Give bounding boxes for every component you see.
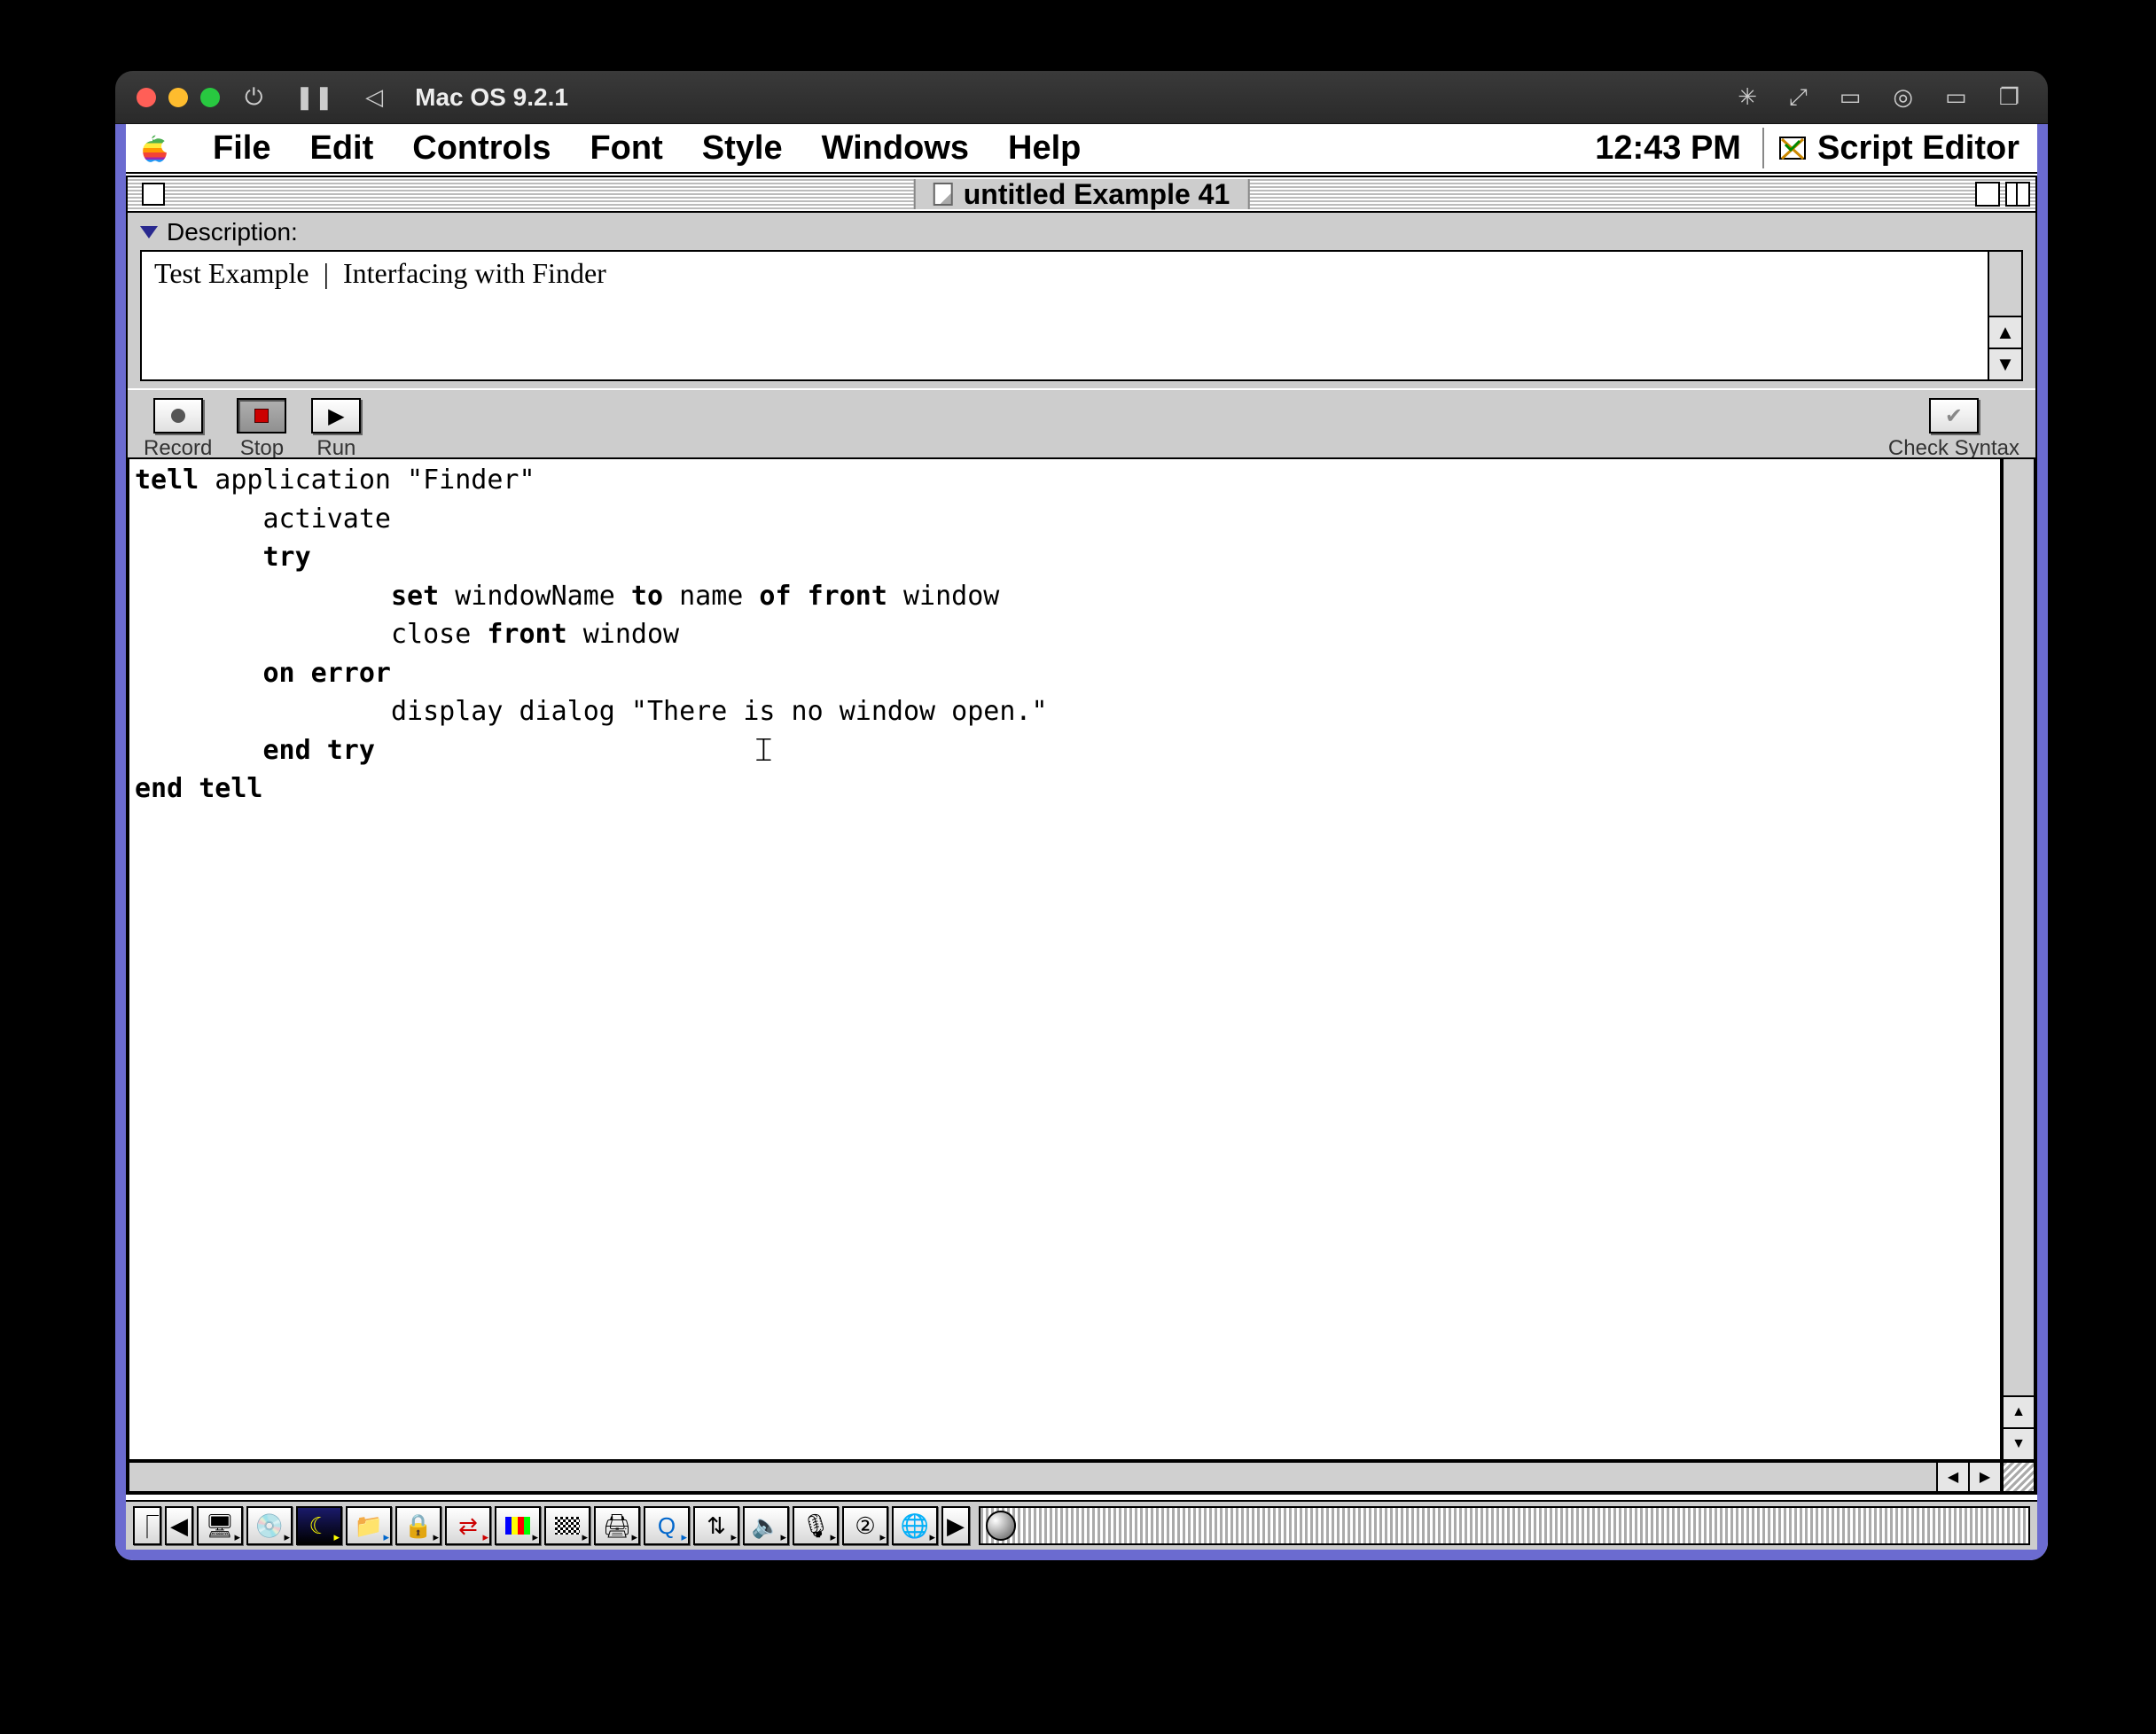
window-collapse-box[interactable]	[2005, 182, 2030, 207]
control-strip-tab[interactable]: ⎾	[133, 1506, 161, 1545]
sound-source-icon[interactable]: 🎙▸	[793, 1506, 839, 1545]
remote-access-icon[interactable]: ⇅▸	[693, 1506, 739, 1545]
resolution-icon[interactable]: ▸	[544, 1506, 590, 1545]
keychain-icon[interactable]: 🔒▸	[395, 1506, 441, 1545]
check-syntax-button[interactable]: ✔	[1929, 398, 1979, 434]
document-icon	[933, 183, 953, 206]
scroll-right-arrow-icon[interactable]: ▶	[1968, 1463, 2000, 1491]
energy-icon[interactable]: ☾▸	[296, 1506, 342, 1545]
menu-style[interactable]: Style	[683, 129, 802, 168]
check-icon: ✔	[1945, 403, 1963, 429]
menubar: File Edit Controls Font Style Windows He…	[126, 124, 2037, 174]
host-minimize-button[interactable]	[168, 88, 188, 107]
description-scrollbar[interactable]: ▲ ▼	[1989, 252, 2021, 379]
record-icon	[171, 409, 185, 423]
control-strip-grip[interactable]	[979, 1506, 2030, 1545]
menubar-clock[interactable]: 12:43 PM	[1579, 129, 1757, 168]
control-strip-right-arrow[interactable]: ▶	[941, 1506, 970, 1545]
disk-icon[interactable]: ▭	[1832, 83, 1869, 111]
menubar-divider	[1762, 128, 1764, 168]
host-title: Mac OS 9.2.1	[415, 83, 568, 112]
pause-icon[interactable]: ❚❚	[288, 83, 341, 111]
folder-icon[interactable]: ▭	[1938, 83, 1974, 111]
toolbar: Record Stop ▶ Run ✔ Check Syntax	[128, 388, 2035, 468]
description-input[interactable]	[142, 252, 1989, 379]
spinner-icon: ✳︎	[1730, 83, 1764, 111]
host-zoom-button[interactable]	[200, 88, 220, 107]
window-title-text: untitled Example 41	[964, 178, 1230, 211]
control-strip: ⎾ ◀ 🖥▸ 💿▸ ☾▸ 📁▸ 🔒▸ ⇄▸ ▸ ▸ 🖨▸ Q▸ ⇅▸ 🔈▸ 🎙▸…	[126, 1500, 2037, 1550]
window-close-box[interactable]	[142, 183, 165, 206]
description-label: Description:	[167, 218, 298, 246]
scale-icon[interactable]: ⤢	[1782, 83, 1815, 112]
record-button[interactable]	[153, 398, 203, 434]
traffic-lights	[137, 88, 220, 107]
windows-icon[interactable]: ❐	[1992, 83, 2027, 111]
host-close-button[interactable]	[137, 88, 156, 107]
window-title: untitled Example 41	[914, 179, 1250, 209]
location-icon[interactable]: ⇄▸	[445, 1506, 491, 1545]
window-titlebar[interactable]: untitled Example 41	[128, 177, 2035, 213]
grip-handle-icon	[986, 1511, 1016, 1541]
window-zoom-box[interactable]	[1975, 182, 2000, 207]
menu-help[interactable]: Help	[988, 129, 1100, 168]
text-cursor-icon: 𝙸	[752, 730, 776, 769]
target-icon[interactable]: ◎	[1886, 83, 1920, 111]
window-resize-handle[interactable]	[2002, 1461, 2035, 1493]
script-editor-icon	[1777, 132, 1808, 164]
description-section: Description: ▲ ▼	[128, 213, 2035, 388]
scroll-up-icon[interactable]: ▲	[1989, 316, 2021, 348]
application-menu-label: Script Editor	[1817, 129, 2019, 168]
menu-windows[interactable]: Windows	[802, 129, 988, 168]
file-sharing-icon[interactable]: 📁▸	[346, 1506, 392, 1545]
back-icon[interactable]: ◁	[358, 83, 390, 111]
description-disclosure[interactable]: Description:	[140, 218, 2023, 246]
script-editor-window: untitled Example 41 Description: ▲	[126, 176, 2037, 1495]
stop-icon	[254, 409, 269, 423]
emulator-window: ⏻ ❚❚ ◁ Mac OS 9.2.1 ✳︎ ⤢ ▭ ◎ ▭ ❐	[115, 71, 2048, 1560]
menu-controls[interactable]: Controls	[393, 129, 570, 168]
description-box: ▲ ▼	[140, 250, 2023, 381]
printer-icon[interactable]: 🖨▸	[594, 1506, 640, 1545]
cd-icon[interactable]: 💿▸	[246, 1506, 293, 1545]
menu-font[interactable]: Font	[570, 129, 682, 168]
menu-file[interactable]: File	[193, 129, 290, 168]
stop-button[interactable]	[237, 398, 286, 434]
monitor-icon[interactable]: 🖥▸	[197, 1506, 243, 1545]
color-depth-icon[interactable]: ▸	[495, 1506, 541, 1545]
menu-edit[interactable]: Edit	[290, 129, 393, 168]
scroll-down-icon[interactable]: ▼	[1989, 348, 2021, 379]
sound-volume-icon[interactable]: 🔈▸	[743, 1506, 789, 1545]
web-sharing-icon[interactable]: 🌐▸	[892, 1506, 938, 1545]
power-icon[interactable]: ⏻	[238, 83, 270, 112]
disclosure-triangle-icon	[140, 226, 158, 238]
mac-os-screen: File Edit Controls Font Style Windows He…	[115, 124, 2048, 1560]
script-editor-textarea[interactable]: tell application "Finder" activate try s…	[128, 457, 2002, 1461]
vertical-scrollbar[interactable]: ▲ ▼	[2002, 457, 2035, 1461]
quicktime-icon[interactable]: Q▸	[644, 1506, 690, 1545]
scroll-left-arrow-icon[interactable]: ◀	[1936, 1463, 1968, 1491]
scroll-down-arrow-icon[interactable]: ▼	[2004, 1427, 2034, 1459]
apple-menu-icon[interactable]	[137, 132, 168, 164]
host-titlebar: ⏻ ❚❚ ◁ Mac OS 9.2.1 ✳︎ ⤢ ▭ ◎ ▭ ❐	[115, 71, 2048, 124]
run-icon: ▶	[328, 403, 344, 429]
run-button[interactable]: ▶	[311, 398, 361, 434]
application-menu[interactable]: Script Editor	[1769, 129, 2027, 168]
appletalk-icon[interactable]: ②▸	[842, 1506, 888, 1545]
scroll-up-arrow-icon[interactable]: ▲	[2004, 1395, 2034, 1427]
control-strip-left-arrow[interactable]: ◀	[165, 1506, 193, 1545]
horizontal-scrollbar[interactable]: ◀ ▶	[128, 1461, 2002, 1493]
